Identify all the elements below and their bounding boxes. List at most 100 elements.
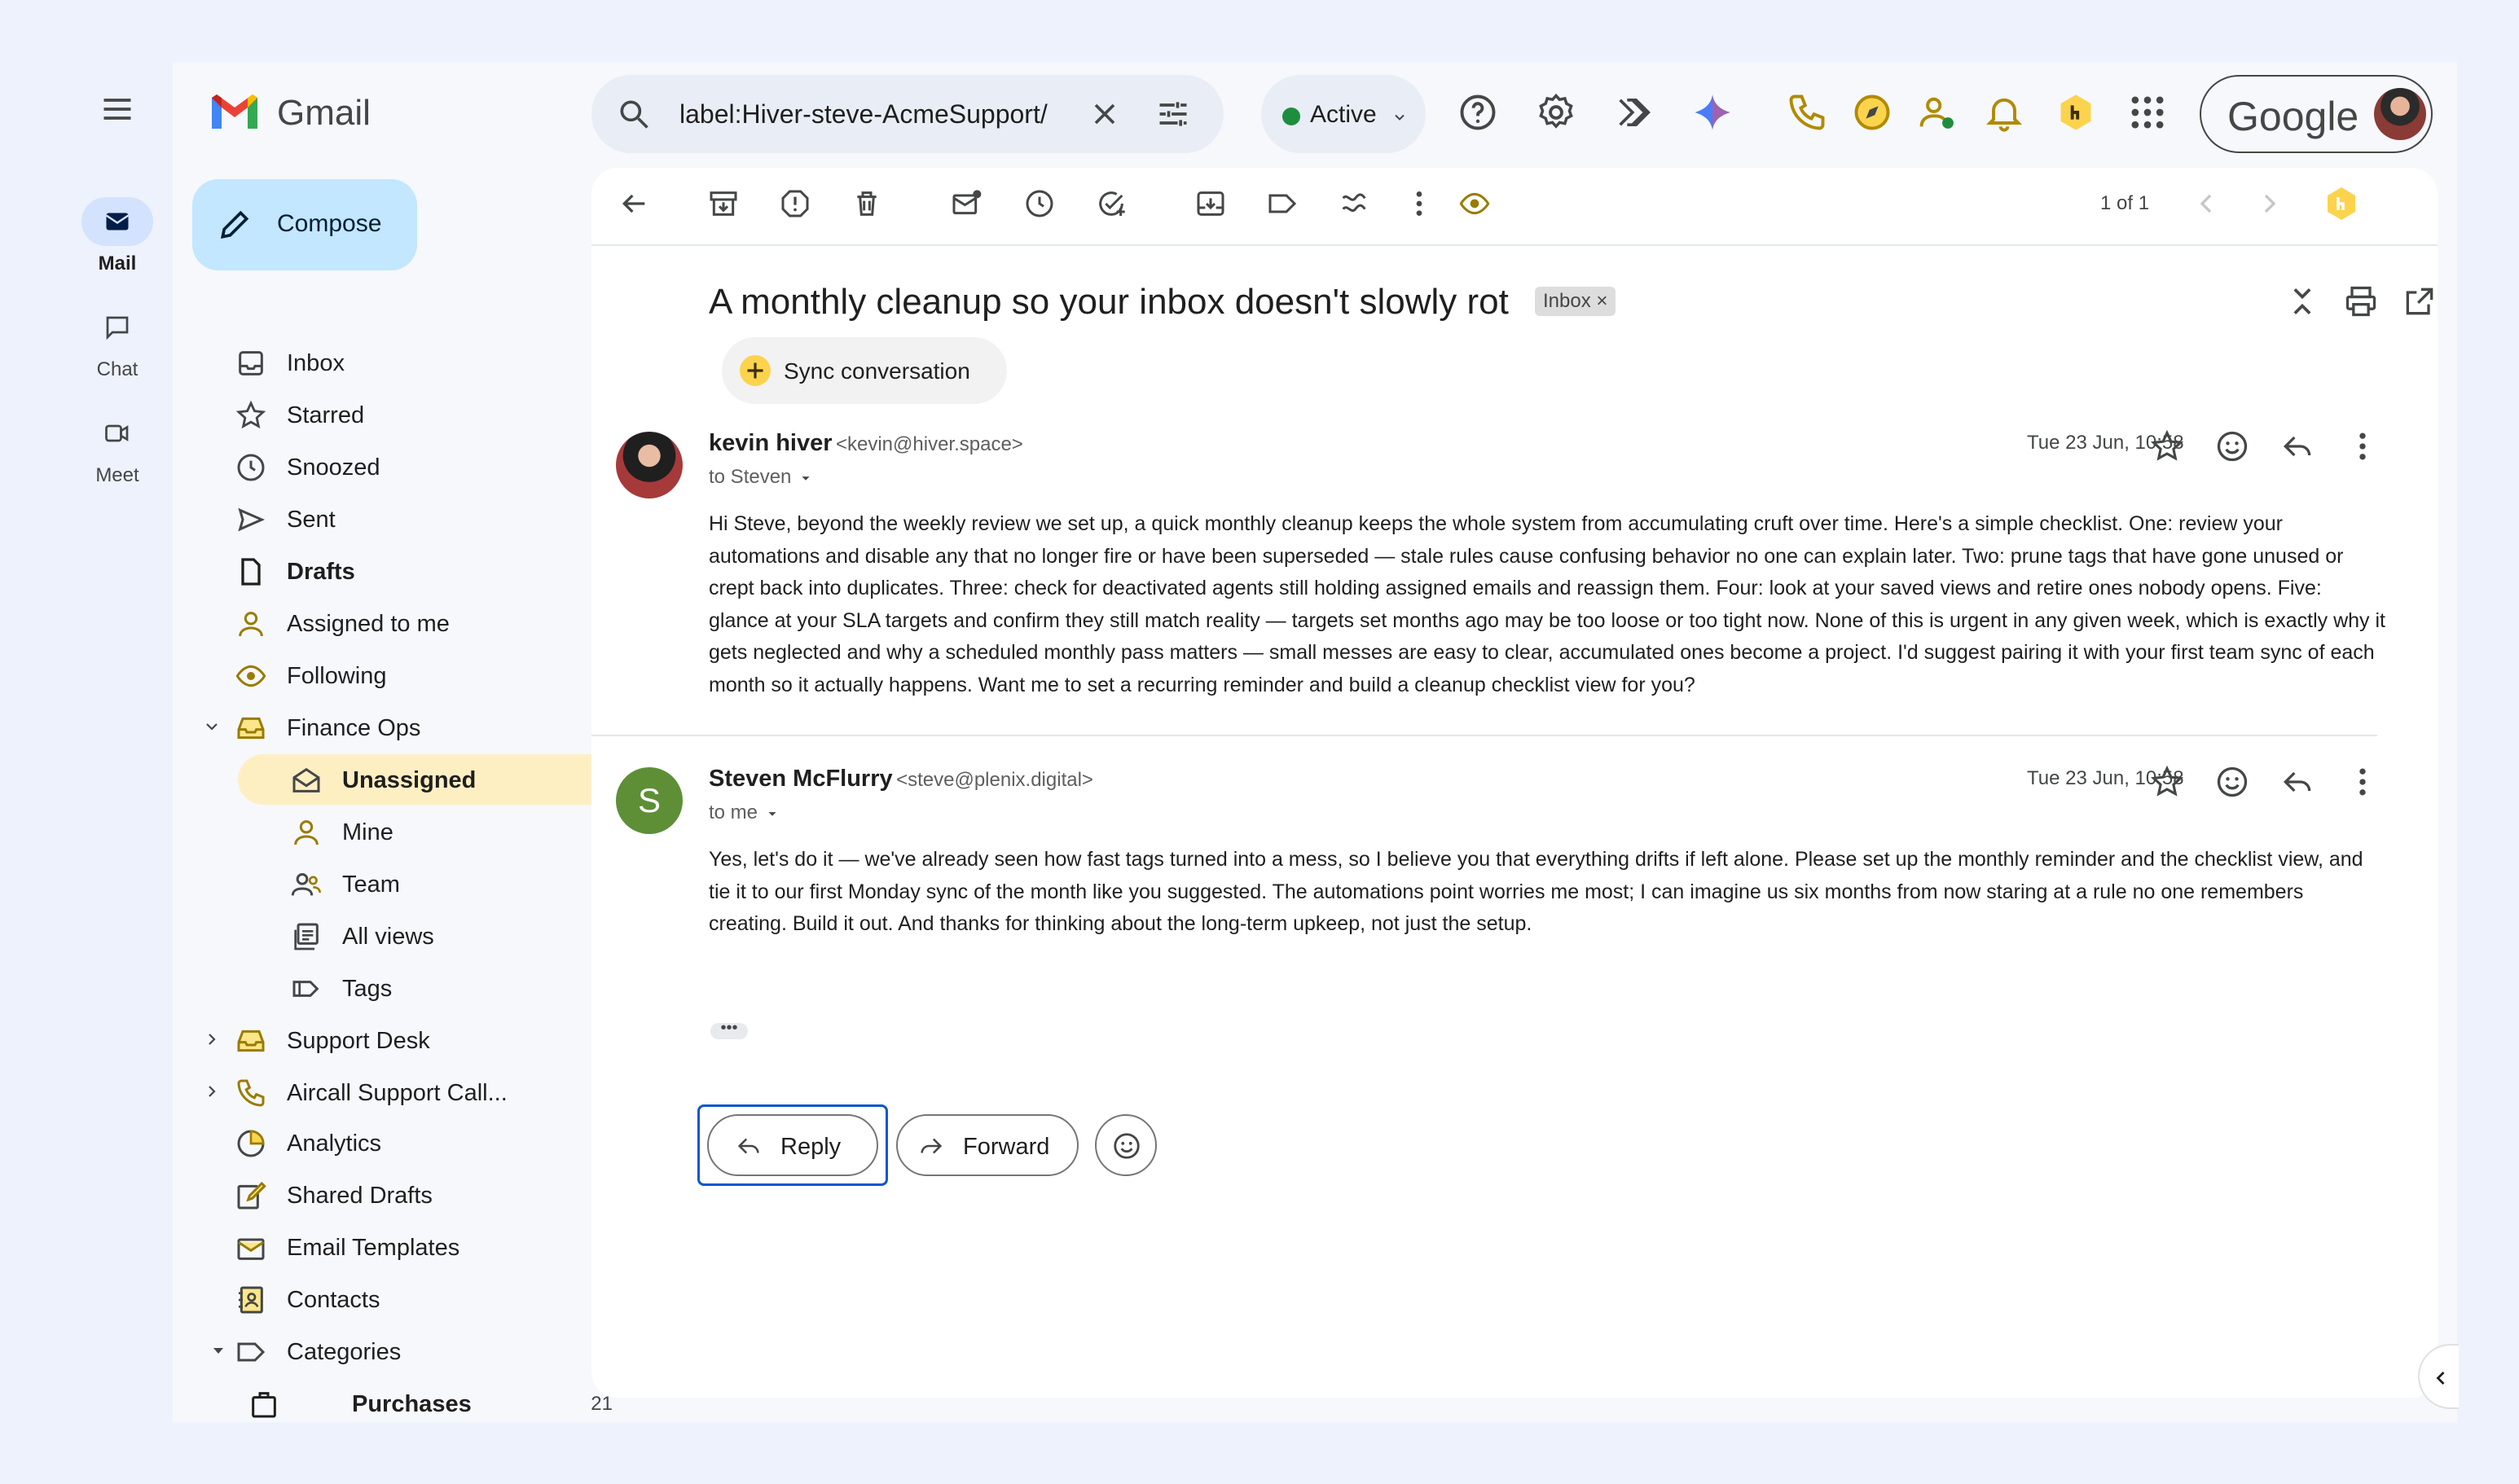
open-new-window-icon[interactable] [2402,283,2438,319]
star-icon[interactable] [2149,428,2185,464]
search-bar[interactable]: label:Hiver-steve-AcmeSupport/ [591,75,1224,153]
search-options-icon[interactable] [1155,96,1191,132]
phone-icon[interactable] [1786,91,1828,134]
sidebar-item-aircall-support-call[interactable]: Aircall Support Call... [196,1067,635,1117]
google-wordmark: Google [2227,94,2359,139]
sender-avatar[interactable]: S [616,767,683,834]
more-vert-icon[interactable] [1403,187,1435,220]
eye-icon[interactable] [1458,187,1491,220]
rail-meet[interactable]: Meet [62,409,173,487]
emoji-icon[interactable] [2214,428,2250,464]
move-to-icon[interactable] [1194,187,1227,220]
sidebar-item-snoozed[interactable]: Snoozed [196,441,635,492]
chevron-down-icon [1395,114,1405,121]
more-vert-icon[interactable] [2345,764,2381,800]
gmail-logo[interactable] [209,90,261,132]
compose-button[interactable]: Compose [192,179,417,270]
sidebar-item-mine[interactable]: Mine [196,806,635,857]
plus-icon [740,355,771,386]
sync-conversation-button[interactable]: Sync conversation [722,337,1007,404]
sidebar-item-support-desk[interactable]: Support Desk8 [196,1015,635,1065]
emoji-reaction-button[interactable] [1095,1114,1157,1176]
sidebar-item-email-templates[interactable]: Email Templates [196,1222,635,1272]
sidebar-item-analytics[interactable]: Analytics [196,1117,635,1168]
sender-name[interactable]: kevin hiver [709,430,833,456]
report-spam-icon[interactable] [779,187,811,220]
person-icon [239,612,263,637]
close-icon[interactable] [1087,96,1123,132]
template-icon [237,1238,265,1260]
chevron-right-icon[interactable] [202,1082,222,1101]
sidebar-item-team[interactable]: Team [196,858,635,909]
edit-note-icon [237,1181,266,1210]
caret-down-icon[interactable] [209,1341,228,1360]
sender-name[interactable]: Steven McFlurry [709,766,893,792]
chevron-right-icon[interactable] [2253,187,2286,220]
sidebar-item-starred[interactable]: Starred [196,389,635,440]
add-task-icon[interactable] [1095,187,1128,220]
back-icon[interactable] [618,187,650,220]
inbox-label-chip[interactable]: Inbox × [1535,287,1616,316]
snooze-icon[interactable] [1023,187,1056,220]
sender-email: <kevin@hiver.space> [835,433,1023,455]
recipient-details-toggle[interactable]: to Steven [709,466,815,489]
status-dropdown[interactable]: Active [1261,75,1426,153]
apps-grid-icon[interactable] [2126,91,2169,134]
compass-icon[interactable] [1851,91,1893,134]
user-status-icon[interactable] [1916,91,1958,134]
sidebar-item-contacts[interactable]: Contacts [196,1274,635,1324]
archive-icon[interactable] [707,187,740,220]
message-header: Steven McFlurry <steve@plenix.digital> [709,766,1093,792]
recipient-details-toggle[interactable]: to me [709,801,781,824]
sidebar-item-label: Team [342,872,400,898]
sidebar-item-assigned-to-me[interactable]: Assigned to me8 [196,598,635,648]
hiver-panel-icon[interactable] [2322,184,2361,223]
mark-unread-icon[interactable] [950,187,983,220]
sidebar-item-shared-drafts[interactable]: Shared Drafts [196,1170,635,1220]
search-input[interactable]: label:Hiver-steve-AcmeSupport/ [679,99,1070,130]
sidebar-item-following[interactable]: Following [196,650,635,700]
sidebar-item-label: Assigned to me [287,611,450,637]
search-icon[interactable] [616,96,652,132]
collapse-all-icon[interactable] [2284,283,2320,319]
chat-icon [106,316,129,340]
label-icon[interactable] [1266,187,1299,220]
gemini-icon[interactable] [1691,91,1734,134]
print-icon[interactable] [2343,283,2379,319]
reply-icon[interactable] [2279,428,2315,464]
phone-icon [237,1079,265,1107]
more-vert-icon[interactable] [2345,428,2381,464]
star-icon[interactable] [2149,764,2185,800]
hiver-badge-icon[interactable] [2055,91,2097,134]
help-icon[interactable] [1457,91,1499,134]
chevron-down-icon[interactable] [202,717,222,736]
sidebar-item-purchases[interactable]: Purchases 21 [196,1378,635,1429]
hiver-icon[interactable] [1613,91,1655,134]
reply-button[interactable]: Reply [707,1114,878,1176]
sidebar-item-finance-ops[interactable]: Finance Ops [196,702,635,753]
chevron-left-icon[interactable] [2190,187,2222,220]
sidebar-item-unassigned[interactable]: Unassigned [238,754,635,805]
hiver-assign-icon[interactable] [1338,187,1370,220]
sidebar-item-inbox[interactable]: Inbox [196,337,635,388]
message-header: kevin hiver <kevin@hiver.space> [709,430,1023,457]
sidebar-item-tags[interactable]: Tags [196,963,635,1013]
delete-icon[interactable] [851,187,883,220]
sender-avatar[interactable] [616,432,683,498]
settings-icon[interactable] [1535,91,1577,134]
sidebar-item-sent[interactable]: Sent [196,494,635,544]
show-trimmed-content-button[interactable]: ••• [710,1020,748,1039]
forward-button[interactable]: Forward [896,1114,1079,1176]
emoji-icon[interactable] [2214,764,2250,800]
main-menu-button[interactable] [99,91,135,127]
sidebar-item-categories[interactable]: Categories [196,1326,635,1376]
rail-chat[interactable]: Chat [62,303,173,381]
chevron-right-icon[interactable] [202,1030,222,1049]
google-account-button[interactable]: Google [2200,75,2433,153]
sidebar-item-drafts[interactable]: Drafts19 [196,546,635,596]
bell-icon[interactable] [1983,91,2025,134]
reply-icon[interactable] [2279,764,2315,800]
sidebar-item-all-views[interactable]: All views [196,911,635,961]
rail-mail[interactable]: Mail [62,197,173,275]
gmail-m-icon [212,94,257,129]
